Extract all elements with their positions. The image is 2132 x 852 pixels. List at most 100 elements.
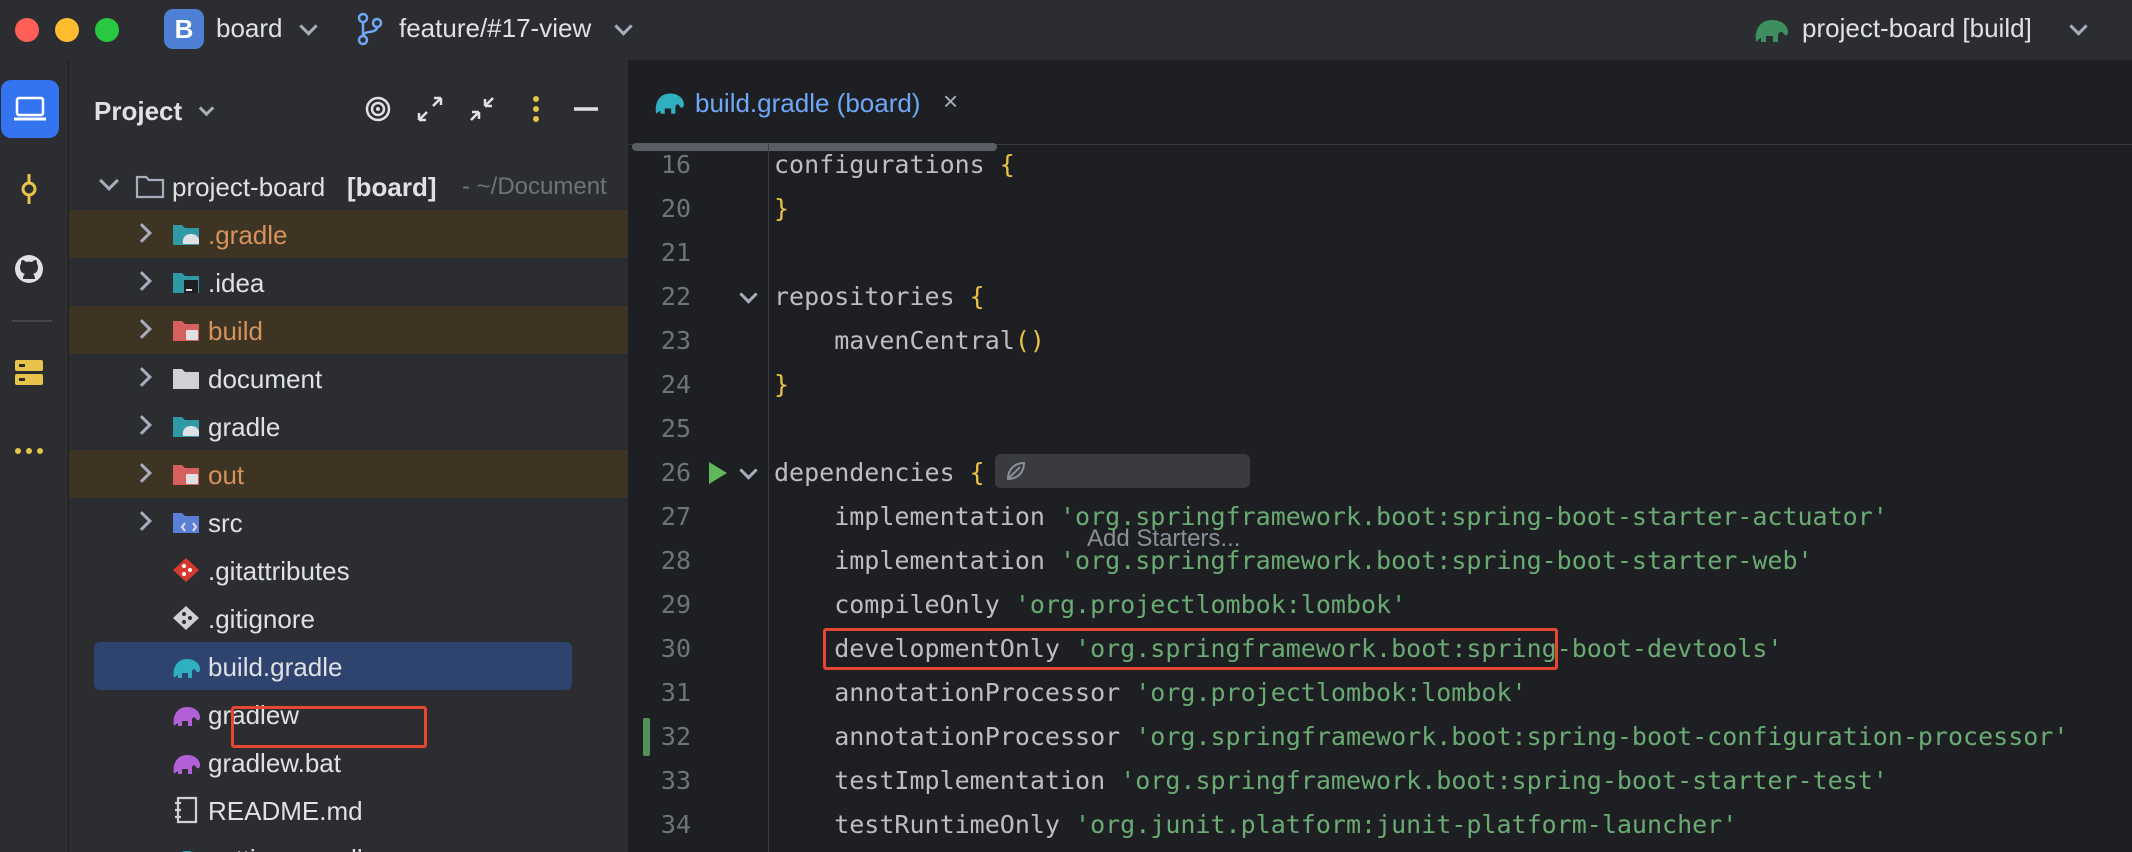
tree-item-gitignore[interactable]: .gitignore <box>69 594 628 642</box>
more-icon <box>15 448 43 454</box>
build-folder-icon <box>173 321 199 341</box>
minimize-window-button[interactable] <box>55 18 79 42</box>
chevron-right-icon[interactable] <box>132 223 152 243</box>
hide-panel-icon[interactable] <box>571 94 601 124</box>
chevron-right-icon[interactable] <box>132 319 152 339</box>
code-line: 26 dependencies { Add Starters... <box>629 452 2132 552</box>
chevron-right-icon[interactable] <box>132 511 152 531</box>
tree-item-label: .idea <box>208 268 265 298</box>
line-number: 29 <box>660 590 691 619</box>
annotation-highlight-box <box>823 628 1558 670</box>
chevron-down-icon[interactable] <box>99 171 119 191</box>
project-switcher[interactable]: board <box>216 13 283 44</box>
tree-item-label: document <box>208 364 323 394</box>
run-gutter-icon[interactable] <box>709 462 727 484</box>
code-line: 28 implementation 'org.springframework.b… <box>629 540 2132 584</box>
line-number: 21 <box>660 238 691 267</box>
code-brace: { <box>999 150 1015 179</box>
tree-item-label: gradle <box>208 412 281 442</box>
zoom-window-button[interactable] <box>95 18 119 42</box>
tree-item-gitattributes[interactable]: .gitattributes <box>69 546 628 594</box>
source-folder-icon <box>173 513 199 533</box>
line-number: 22 <box>660 282 691 311</box>
project-badge[interactable]: B <box>164 9 204 49</box>
git-branch-icon <box>357 12 383 46</box>
more-tool-windows-button[interactable] <box>0 422 58 480</box>
expand-all-icon[interactable] <box>415 94 445 124</box>
code-line: 22 repositories { <box>629 276 2132 320</box>
code-text: repositories <box>774 282 970 311</box>
tree-item-out[interactable]: out <box>69 450 628 498</box>
close-window-button[interactable] <box>15 18 39 42</box>
code-brace: { <box>969 458 985 487</box>
code-text: mavenCentral <box>774 326 1015 355</box>
code-line: 16 configurations { <box>629 144 2132 188</box>
chevron-right-icon[interactable] <box>132 271 152 291</box>
code-paren: () <box>1014 326 1045 355</box>
github-tool-button[interactable] <box>0 240 58 298</box>
tree-item-src[interactable]: src <box>69 498 628 546</box>
code-text: implementation <box>774 546 1060 575</box>
chevron-right-icon[interactable] <box>132 463 152 483</box>
code-brace: { <box>969 282 985 311</box>
tree-item-document[interactable]: document <box>69 354 628 402</box>
line-number: 25 <box>660 414 691 443</box>
code-text: annotationProcessor <box>774 722 1136 751</box>
git-file-icon <box>173 558 199 582</box>
gradle-file-icon <box>181 851 193 852</box>
fold-chevron-icon[interactable] <box>739 461 758 480</box>
options-icon[interactable] <box>521 94 551 124</box>
branch-switcher[interactable]: feature/#17-view <box>399 13 591 44</box>
fold-chevron-icon[interactable] <box>739 285 758 304</box>
code-string: 'org.springframework.boot:spring-boot-st… <box>1059 546 1813 575</box>
chevron-down-icon[interactable] <box>299 17 318 36</box>
project-tool-window: Project project-board [board] - ~/Docume… <box>69 60 628 852</box>
close-tab-icon[interactable]: × <box>943 86 958 117</box>
line-number: 28 <box>660 546 691 575</box>
tree-item-label: build.gradle <box>208 652 343 682</box>
services-icon <box>15 360 43 385</box>
code-line: 20 } <box>629 188 2132 232</box>
line-number: 27 <box>660 502 691 531</box>
commit-tool-button[interactable] <box>0 160 58 218</box>
code-brace: } <box>774 370 790 399</box>
code-line: 25 <box>629 408 2132 452</box>
project-path-label: - ~/Document <box>462 173 607 200</box>
chevron-right-icon[interactable] <box>132 367 152 387</box>
code-line: 34 testRuntimeOnly 'org.junit.platform:j… <box>629 804 2132 848</box>
tree-item-idea[interactable]: .idea <box>69 258 628 306</box>
tree-item-build-dir[interactable]: build <box>69 306 628 354</box>
tree-item-gradle[interactable]: gradle <box>69 402 628 450</box>
tree-item-label: project-board <box>172 172 326 202</box>
folder-icon <box>173 369 199 389</box>
line-number: 16 <box>660 150 691 179</box>
idea-folder-icon <box>173 273 199 293</box>
chevron-down-icon[interactable] <box>198 100 215 117</box>
tree-item-build-gradle[interactable]: build.gradle <box>94 642 572 690</box>
gradlew-file-icon <box>173 707 200 726</box>
annotation-highlight-box <box>231 706 427 748</box>
tree-item-readme[interactable]: README.md <box>69 786 628 834</box>
module-name-label: [board] <box>347 172 437 202</box>
code-line: 32 annotationProcessor 'org.springframew… <box>629 716 2132 760</box>
chevron-down-icon[interactable] <box>2069 17 2088 36</box>
chevron-down-icon[interactable] <box>614 17 633 36</box>
collapse-all-icon[interactable] <box>467 94 497 124</box>
add-starters-hint[interactable]: Add Starters... <box>995 454 1251 552</box>
spring-leaf-icon <box>1006 461 1026 481</box>
locate-file-icon[interactable] <box>363 94 393 124</box>
tree-item-settings-gradle[interactable]: settings.gradle <box>69 834 628 852</box>
gradle-file-icon <box>655 93 684 114</box>
project-view-selector[interactable]: Project <box>94 96 182 127</box>
project-icon <box>14 96 46 121</box>
services-tool-button[interactable] <box>0 343 58 401</box>
gradle-elephant-icon <box>1755 20 1788 42</box>
run-configuration-selector[interactable]: project-board [build] <box>1802 13 2032 44</box>
code-string: 'org.projectlombok:lombok' <box>1014 590 1407 619</box>
tree-item-label: src <box>208 508 243 538</box>
chevron-right-icon[interactable] <box>132 415 152 435</box>
project-tool-button[interactable] <box>1 80 59 138</box>
gradle-file-icon <box>173 659 200 678</box>
tree-item-gradle-dir[interactable]: .gradle <box>69 210 628 258</box>
tree-root-project-board[interactable]: project-board [board] - ~/Document <box>69 162 628 210</box>
